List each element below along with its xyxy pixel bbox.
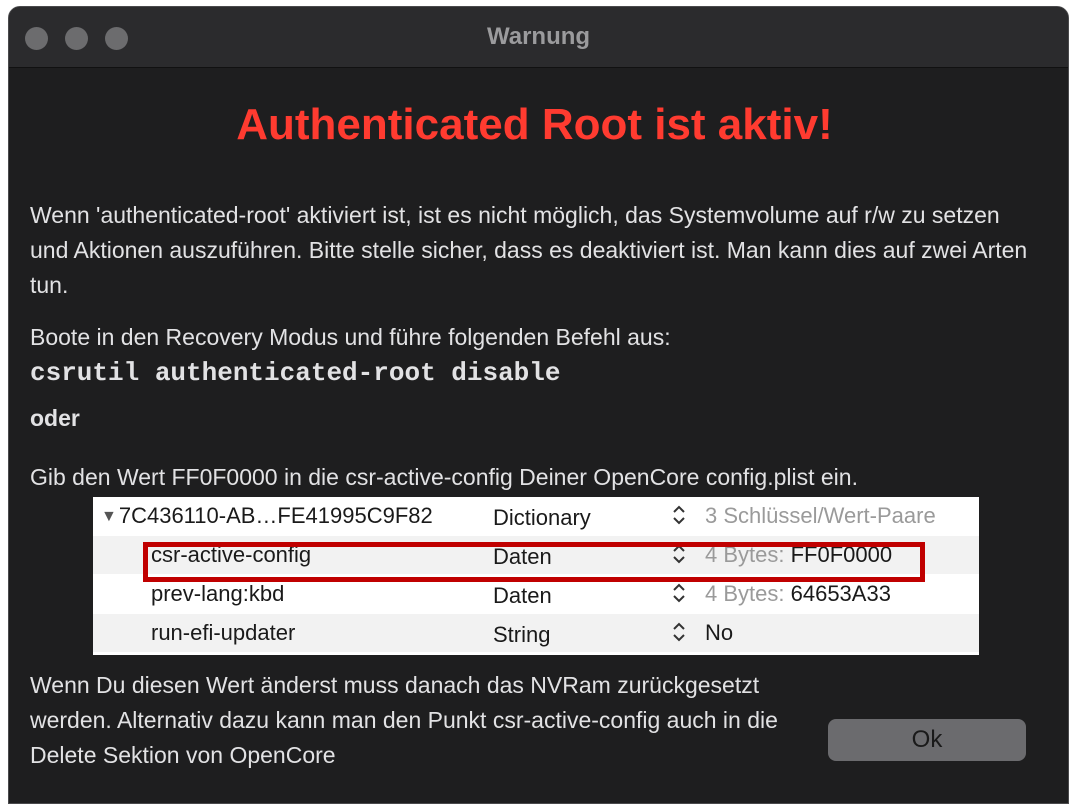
plist-row[interactable]: run-efi-updater String No	[93, 614, 979, 652]
title-bar: Warnung	[9, 7, 1068, 68]
plist-key: ▼7C436110-AB…FE41995C9F82	[101, 503, 433, 528]
ok-button[interactable]: Ok	[828, 719, 1026, 761]
plist-type: String	[493, 622, 551, 647]
nvram-note: Wenn Du diesen Wert änderst muss danach …	[30, 672, 778, 768]
intro-text: Wenn 'authenticated-root' aktiviert ist,…	[30, 202, 1028, 298]
plist-row[interactable]: prev-lang:kbd Daten 4 Bytes: 64653A33	[93, 575, 979, 613]
disclosure-triangle-icon[interactable]: ▼	[101, 508, 117, 526]
plist-table: ▼7C436110-AB…FE41995C9F82 Dictionary 3 S…	[93, 497, 979, 655]
plist-key: run-efi-updater	[151, 620, 296, 645]
type-stepper-icon[interactable]	[671, 542, 687, 566]
type-stepper-icon[interactable]	[671, 503, 687, 527]
plist-value: No	[705, 620, 734, 645]
warning-headline: Authenticated Root ist aktiv!	[236, 100, 833, 149]
plist-row[interactable]: csr-active-config Daten 4 Bytes: FF0F000…	[93, 536, 979, 574]
plist-key: csr-active-config	[151, 542, 312, 567]
plist-type: Dictionary	[493, 505, 591, 530]
plist-value: 3 Schlüssel/Wert-Paare	[705, 503, 936, 528]
type-stepper-icon[interactable]	[671, 620, 687, 644]
window-title: Warnung	[486, 23, 591, 50]
plist-type: Daten	[493, 583, 552, 608]
plist-type: Daten	[493, 544, 552, 569]
plist-value: 4 Bytes: FF0F0000	[705, 542, 893, 567]
config-instruction: Gib den Wert FF0F0000 in die csr-active-…	[30, 464, 858, 490]
plist-key: prev-lang:kbd	[151, 581, 285, 606]
type-stepper-icon[interactable]	[671, 581, 687, 605]
plist-value: 4 Bytes: 64653A33	[705, 581, 891, 606]
csrutil-command: csrutil authenticated-root disable	[30, 358, 561, 388]
or-label: oder	[30, 405, 80, 431]
plist-row[interactable]: ▼7C436110-AB…FE41995C9F82 Dictionary 3 S…	[93, 497, 979, 535]
recovery-instruction: Boote in den Recovery Modus und führe fo…	[30, 324, 671, 350]
